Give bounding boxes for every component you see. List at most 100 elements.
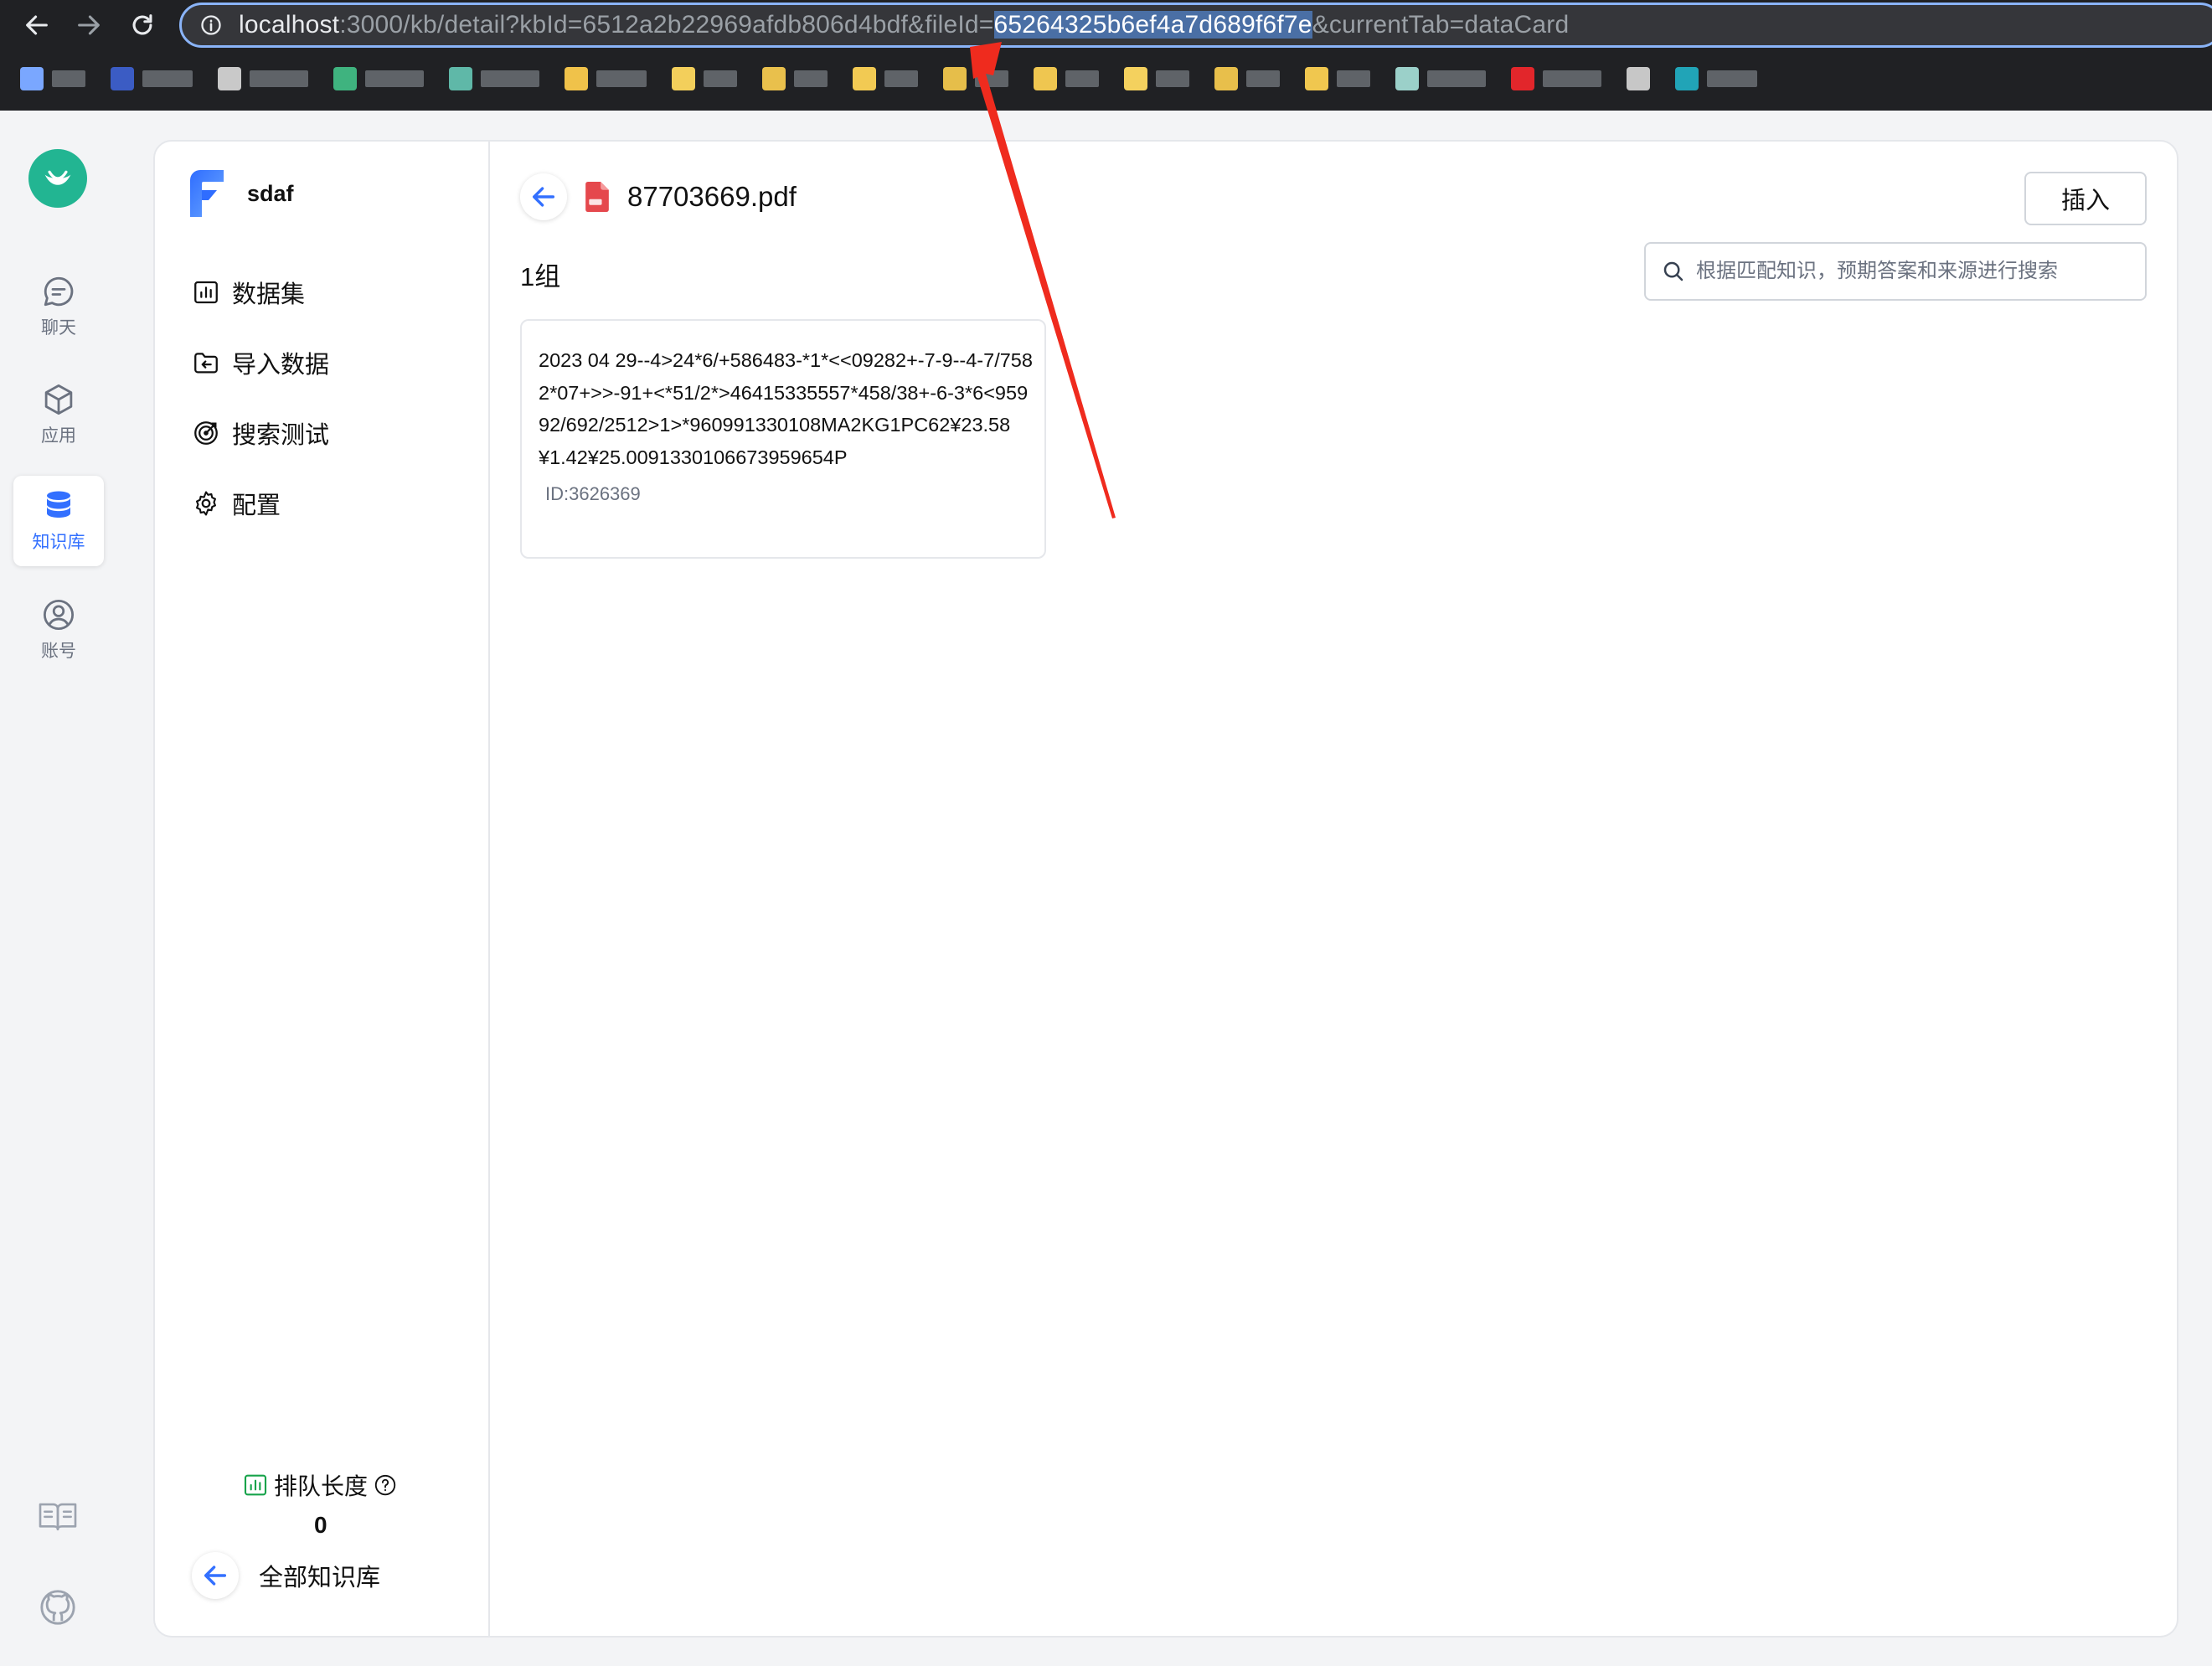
database-icon	[47, 491, 70, 518]
bookmark-label-blurred	[1156, 70, 1189, 87]
file-header: 87703669.pdf	[520, 173, 797, 220]
file-name: 87703669.pdf	[627, 181, 797, 212]
reload-icon[interactable]	[122, 5, 162, 45]
menu-item-label: 导入数据	[232, 352, 330, 379]
url-host: localhost	[239, 11, 340, 39]
bookmark-label-blurred	[481, 70, 539, 87]
bookmark-item[interactable]	[111, 67, 193, 90]
bookmark-favicon-icon	[449, 67, 472, 90]
menu-item-import-data[interactable]: 导入数据	[192, 328, 329, 398]
bookmark-favicon-icon	[1675, 67, 1699, 90]
url-query-tail: &currentTab=dataCard	[1312, 11, 1570, 39]
bookmark-label-blurred	[975, 70, 1008, 87]
bookmark-favicon-icon	[218, 67, 241, 90]
menu-item-label: 数据集	[232, 281, 306, 308]
bookmark-label-blurred	[250, 70, 308, 87]
rail-item-label: 聊天	[41, 318, 76, 338]
bookmark-item[interactable]	[672, 67, 737, 90]
github-icon[interactable]	[35, 1585, 80, 1630]
pdf-file-icon	[585, 182, 609, 212]
bookmark-item[interactable]	[943, 67, 1008, 90]
back-to-all-kb-button[interactable]: 全部知识库	[192, 1552, 380, 1599]
bookmark-item[interactable]	[1627, 67, 1650, 90]
kb-name: sdaf	[247, 180, 294, 206]
queue-length-value: 0	[314, 1512, 327, 1538]
bookmark-label-blurred	[1543, 70, 1601, 87]
search-icon	[1663, 261, 1683, 281]
bookmark-label-blurred	[142, 70, 193, 87]
browser-toolbar: localhost:3000/kb/detail?kbId=6512a2b229…	[0, 0, 2212, 111]
rail-item-label: 账号	[41, 642, 76, 661]
bookmark-label-blurred	[596, 70, 647, 87]
kb-menu: 数据集 导入数据 搜索测试 配置	[192, 257, 329, 539]
forward-arrow-icon[interactable]	[69, 5, 109, 45]
back-arrow-icon[interactable]	[17, 5, 57, 45]
bookmark-item[interactable]	[1034, 67, 1099, 90]
bookmark-item[interactable]	[762, 67, 828, 90]
bookmark-label-blurred	[1337, 70, 1370, 87]
bookmark-label-blurred	[1707, 70, 1757, 87]
menu-item-dataset[interactable]: 数据集	[192, 257, 329, 328]
bookmark-item[interactable]	[20, 67, 85, 90]
bookmarks-bar	[0, 54, 2212, 104]
app-logo[interactable]	[28, 149, 87, 208]
bookmark-label-blurred	[1246, 70, 1280, 87]
bookmark-favicon-icon	[1305, 67, 1328, 90]
insert-button[interactable]: 插入	[2024, 172, 2147, 225]
menu-item-config[interactable]: 配置	[192, 468, 329, 539]
bookmark-item[interactable]	[1395, 67, 1486, 90]
user-icon	[43, 599, 75, 631]
folder-import-icon	[194, 353, 218, 374]
bookmark-favicon-icon	[1214, 67, 1238, 90]
bookmark-item[interactable]	[1511, 67, 1601, 90]
bookmark-favicon-icon	[333, 67, 357, 90]
bookmark-label-blurred	[52, 70, 85, 87]
help-icon[interactable]	[373, 1473, 398, 1498]
menu-item-label: 搜索测试	[232, 422, 330, 449]
book-icon[interactable]	[35, 1493, 80, 1539]
bookmark-item[interactable]	[1305, 67, 1370, 90]
info-icon[interactable]	[199, 13, 224, 38]
bookmark-favicon-icon	[1395, 67, 1419, 90]
rail-item-account[interactable]: 账号	[13, 585, 104, 675]
gear-icon	[196, 491, 216, 516]
data-card-id: ID:3626369	[545, 483, 641, 504]
bookmark-item[interactable]	[218, 67, 308, 90]
rail-item-label: 知识库	[32, 533, 85, 552]
app-nav-rail: 聊天 应用 知识库 账号	[0, 111, 118, 1666]
bookmark-favicon-icon	[1627, 67, 1650, 90]
data-card[interactable]: 2023 04 29--4>24*6/+586483-*1*<<09282+-7…	[520, 319, 1046, 559]
data-card-area: 87703669.pdf 1组 插入 2023 04 29--4>24*6/+5…	[492, 142, 2177, 1636]
rail-item-chat[interactable]: 聊天	[13, 261, 104, 352]
bookmark-favicon-icon	[943, 67, 967, 90]
bookmark-item[interactable]	[1214, 67, 1280, 90]
bookmark-item[interactable]	[333, 67, 424, 90]
search-box[interactable]	[1644, 242, 2147, 301]
back-to-dataset-button[interactable]	[520, 173, 567, 220]
bookmark-item[interactable]	[449, 67, 539, 90]
rail-item-knowledge-base[interactable]: 知识库	[13, 476, 104, 566]
bookmark-item[interactable]	[1675, 67, 1757, 90]
search-input[interactable]	[1696, 260, 2132, 283]
bookmark-label-blurred	[1427, 70, 1486, 87]
chart-bars-icon	[244, 1474, 267, 1496]
menu-item-search-test[interactable]: 搜索测试	[192, 398, 329, 468]
bookmark-favicon-icon	[111, 67, 134, 90]
bookmark-label-blurred	[1065, 70, 1099, 87]
target-icon	[194, 421, 218, 445]
back-arrow-icon	[192, 1552, 239, 1599]
address-bar[interactable]: localhost:3000/kb/detail?kbId=6512a2b229…	[179, 3, 2212, 48]
bookmark-item[interactable]	[1124, 67, 1189, 90]
queue-label: 排队长度	[274, 1473, 369, 1499]
bookmark-item[interactable]	[853, 67, 918, 90]
group-title: 1组	[520, 262, 561, 291]
bookmark-item[interactable]	[565, 67, 647, 90]
data-card-text: 2023 04 29--4>24*6/+586483-*1*<<09282+-7…	[539, 349, 1033, 468]
knowledge-base-detail-panel: sdaf 数据集 导入数据 搜索测试 配置 排队长度 0 全部知识库 87703…	[153, 140, 2178, 1638]
bookmark-favicon-icon	[1034, 67, 1057, 90]
kb-logo-icon	[190, 170, 224, 217]
bookmark-label-blurred	[884, 70, 918, 87]
menu-item-label: 配置	[232, 493, 281, 519]
back-label: 全部知识库	[259, 1565, 381, 1591]
rail-item-apps[interactable]: 应用	[13, 369, 104, 460]
